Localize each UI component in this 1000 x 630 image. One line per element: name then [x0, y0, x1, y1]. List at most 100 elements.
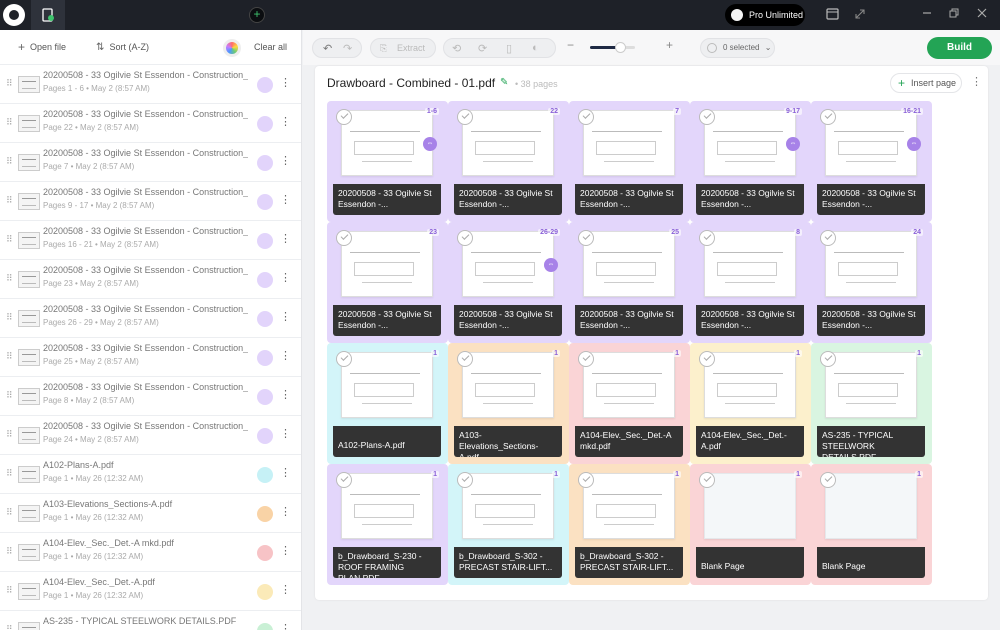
edit-icon[interactable]: ✎ [500, 77, 508, 88]
rotate-left-icon[interactable]: ⟲ [452, 42, 461, 55]
drag-handle-icon[interactable]: ⠿ [6, 585, 13, 596]
page-card[interactable]: 26-29 ⇔ 20200508 - 33 Ogilvie St Essendon … [448, 222, 569, 343]
extract-button[interactable]: ⎘ Extract [370, 38, 436, 58]
list-item[interactable]: ⠿ 20200508 - 33 Ogilvie St Essendon - Con… [0, 104, 301, 143]
more-options-icon[interactable]: ⋮ [280, 76, 291, 89]
select-checkbox[interactable] [578, 351, 594, 367]
page-card[interactable]: 9-17 ⇔ 20200508 - 33 Ogilvie St Essendon -… [690, 101, 811, 222]
page-card[interactable]: 1 A102-Plans-A.pdf [327, 343, 448, 464]
more-options-icon[interactable]: ⋮ [280, 544, 291, 557]
color-tag[interactable] [257, 467, 273, 483]
drag-handle-icon[interactable]: ⠿ [6, 273, 13, 284]
select-checkbox[interactable] [699, 351, 715, 367]
page-card[interactable]: 1 b_Drawboard_S-302 - PRECAST STAIR-LIFT.… [569, 464, 690, 585]
selection-dropdown[interactable]: 0 selected ⌄ [700, 38, 775, 58]
more-options-icon[interactable]: ⋮ [280, 271, 291, 284]
color-tag[interactable] [257, 116, 273, 132]
list-item[interactable]: ⠿ A104-Elev._Sec._Det.-A mkd.pdf Page 1 • … [0, 533, 301, 572]
more-options-icon[interactable]: ⋮ [971, 75, 982, 88]
select-checkbox[interactable] [578, 472, 594, 488]
select-checkbox[interactable] [457, 230, 473, 246]
drag-handle-icon[interactable]: ⠿ [6, 195, 13, 206]
page-card[interactable]: 1-6 ⇔ 20200508 - 33 Ogilvie St Essendon -.… [327, 101, 448, 222]
minimize-icon[interactable] [920, 8, 934, 22]
select-checkbox[interactable] [820, 472, 836, 488]
drag-handle-icon[interactable]: ⠿ [6, 507, 13, 518]
select-checkbox[interactable] [336, 351, 352, 367]
page-card[interactable]: 1 Blank Page [811, 464, 932, 585]
drag-handle-icon[interactable]: ⠿ [6, 624, 13, 630]
page-card[interactable]: 1 Blank Page [690, 464, 811, 585]
rotate-right-icon[interactable]: ⟳ [478, 42, 487, 55]
select-checkbox[interactable] [820, 109, 836, 125]
page-card[interactable]: 1 A104-Elev._Sec._Det.-A.pdf [690, 343, 811, 464]
page-card[interactable]: 1 b_Drawboard_S-302 - PRECAST STAIR-LIFT.… [448, 464, 569, 585]
page-card[interactable]: 22 20200508 - 33 Ogilvie St Essendon -... [448, 101, 569, 222]
drag-handle-icon[interactable]: ⠿ [6, 429, 13, 440]
color-tag[interactable] [257, 233, 273, 249]
color-tag[interactable] [257, 428, 273, 444]
page-card[interactable]: 1 A104-Elev._Sec._Det.-A mkd.pdf [569, 343, 690, 464]
page-card[interactable]: 7 20200508 - 33 Ogilvie St Essendon -... [569, 101, 690, 222]
color-tag[interactable] [257, 194, 273, 210]
select-checkbox[interactable] [699, 472, 715, 488]
list-item[interactable]: ⠿ AS-235 - TYPICAL STEELWORK DETAILS.PDF ⋮ [0, 611, 301, 630]
insert-page-button[interactable]: + Insert page [890, 73, 962, 93]
drag-handle-icon[interactable]: ⠿ [6, 312, 13, 323]
sort-button[interactable]: ⇅ Sort (A-Z) [96, 42, 149, 53]
color-tag[interactable] [257, 272, 273, 288]
list-item[interactable]: ⠿ 20200508 - 33 Ogilvie St Essendon - Con… [0, 260, 301, 299]
more-options-icon[interactable]: ⋮ [280, 388, 291, 401]
drag-handle-icon[interactable]: ⠿ [6, 117, 13, 128]
drag-handle-icon[interactable]: ⠿ [6, 351, 13, 362]
zoom-handle[interactable] [615, 42, 627, 53]
tab-document[interactable] [31, 0, 65, 30]
select-checkbox[interactable] [336, 472, 352, 488]
select-checkbox[interactable] [699, 109, 715, 125]
list-item[interactable]: ⠿ 20200508 - 33 Ogilvie St Essendon - Con… [0, 416, 301, 455]
more-options-icon[interactable]: ⋮ [280, 466, 291, 479]
select-checkbox[interactable] [578, 109, 594, 125]
drag-handle-icon[interactable]: ⠿ [6, 78, 13, 89]
color-tag[interactable] [257, 311, 273, 327]
list-item[interactable]: ⠿ A102-Plans-A.pdf Page 1 • May 26 (12:32 … [0, 455, 301, 494]
drag-handle-icon[interactable]: ⠿ [6, 468, 13, 479]
link-icon[interactable]: ⇔ [907, 137, 921, 151]
pro-unlimited-button[interactable]: Pro Unlimited [725, 4, 805, 26]
color-icon[interactable]: ◐ [532, 42, 539, 54]
select-checkbox[interactable] [820, 351, 836, 367]
color-tag[interactable] [257, 77, 273, 93]
drag-handle-icon[interactable]: ⠿ [6, 546, 13, 557]
more-options-icon[interactable]: ⋮ [280, 232, 291, 245]
color-tag[interactable] [257, 584, 273, 600]
list-item[interactable]: ⠿ A104-Elev._Sec._Det.-A.pdf Page 1 • May … [0, 572, 301, 611]
restore-icon[interactable] [947, 8, 961, 22]
list-item[interactable]: ⠿ 20200508 - 33 Ogilvie St Essendon - Con… [0, 299, 301, 338]
more-options-icon[interactable]: ⋮ [280, 154, 291, 167]
zoom-out-button[interactable]: − [567, 38, 574, 52]
more-options-icon[interactable]: ⋮ [280, 622, 291, 630]
page-card[interactable]: 25 20200508 - 33 Ogilvie St Essendon -... [569, 222, 690, 343]
page-card[interactable]: 8 20200508 - 33 Ogilvie St Essendon -... [690, 222, 811, 343]
new-tab-button[interactable]: + [249, 7, 265, 23]
zoom-slider[interactable] [590, 42, 635, 53]
select-checkbox[interactable] [457, 351, 473, 367]
select-checkbox[interactable] [457, 472, 473, 488]
more-options-icon[interactable]: ⋮ [280, 427, 291, 440]
select-checkbox[interactable] [336, 109, 352, 125]
open-file-button[interactable]: + Open file [18, 40, 66, 54]
page-card[interactable]: 16-21 ⇔ 20200508 - 33 Ogilvie St Essendon … [811, 101, 932, 222]
close-icon[interactable] [975, 8, 989, 22]
undo-icon[interactable]: ↶ [323, 42, 332, 55]
link-icon[interactable]: ⇔ [786, 137, 800, 151]
more-options-icon[interactable]: ⋮ [280, 349, 291, 362]
redo-icon[interactable]: ↷ [343, 42, 352, 55]
list-item[interactable]: ⠿ 20200508 - 33 Ogilvie St Essendon - Con… [0, 221, 301, 260]
list-item[interactable]: ⠿ A103-Elevations_Sections-A.pdf Page 1 • … [0, 494, 301, 533]
page-card[interactable]: 1 b_Drawboard_S-230 - ROOF FRAMING PLAN.P… [327, 464, 448, 585]
color-tag[interactable] [257, 155, 273, 171]
more-options-icon[interactable]: ⋮ [280, 193, 291, 206]
drag-handle-icon[interactable]: ⠿ [6, 156, 13, 167]
select-checkbox[interactable] [457, 109, 473, 125]
drag-handle-icon[interactable]: ⠿ [6, 390, 13, 401]
